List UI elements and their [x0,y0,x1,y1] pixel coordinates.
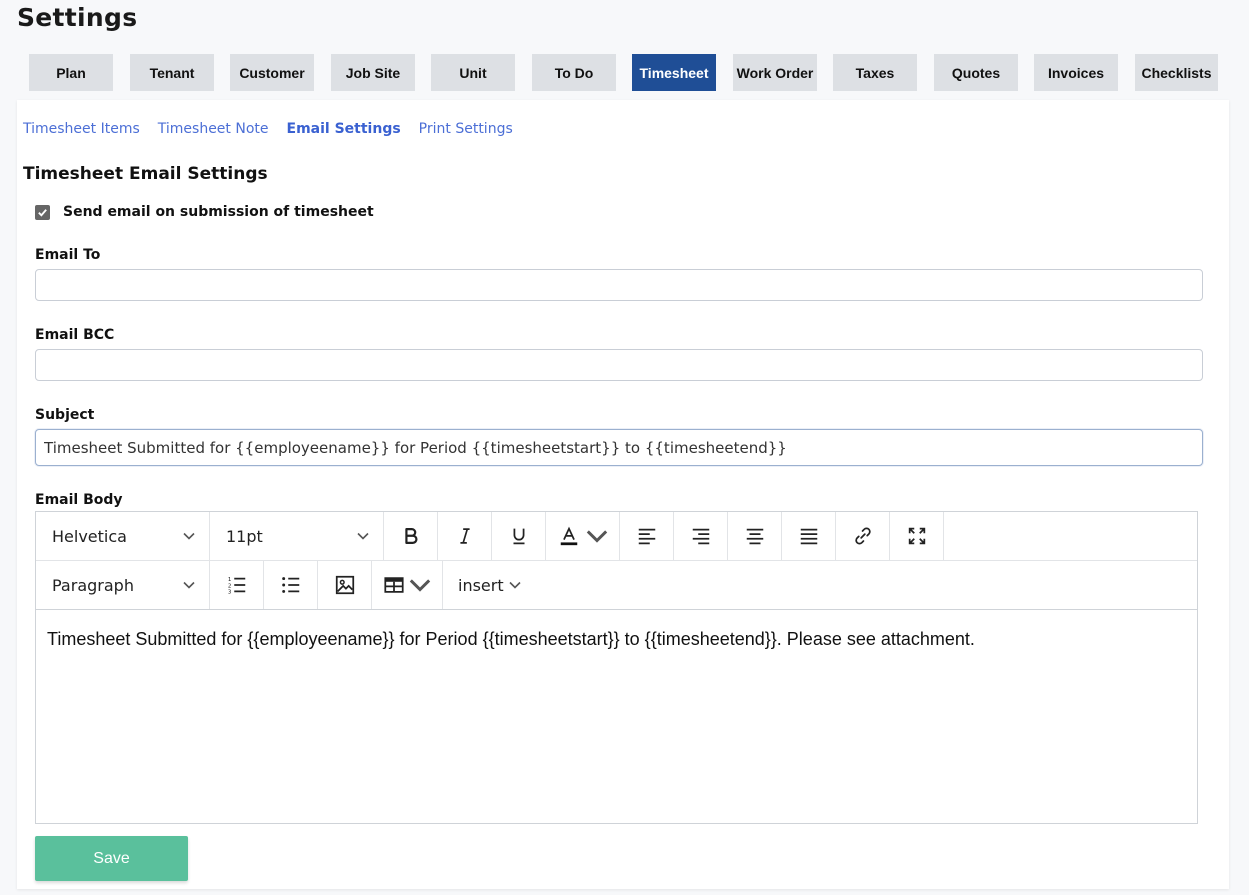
align-right-button[interactable] [674,512,728,560]
email-to-label: Email To [35,247,101,263]
chevron-down-icon [357,532,369,540]
chevron-down-icon [509,581,521,589]
align-center-icon [746,528,763,545]
chevron-down-icon [183,581,195,589]
ordered-list-icon: 123 [227,577,245,596]
subject-label: Subject [35,407,95,423]
tab-unit[interactable]: Unit [431,54,515,91]
editor-content[interactable]: Timesheet Submitted for {{employeename}}… [47,629,975,650]
block-format-value: Paragraph [52,575,134,595]
editor-toolbar-row-1: Helvetica 11pt [36,512,1197,561]
email-body-editor: Helvetica 11pt Paragraph 1 2 3 insert Ti… [35,511,1198,824]
page-title: Settings [17,3,138,32]
bullet-list-button[interactable] [264,561,318,609]
send-email-row: Send email on submission of timesheet [35,204,374,220]
subtab-timesheet-note[interactable]: Timesheet Note [158,121,269,137]
svg-text:1: 1 [227,577,231,583]
tab-checklists[interactable]: Checklists [1135,54,1218,91]
tab-customer[interactable]: Customer [230,54,314,91]
align-right-icon [692,528,709,545]
tab-to-do[interactable]: To Do [532,54,616,91]
tab-tenant[interactable]: Tenant [130,54,214,91]
tab-taxes[interactable]: Taxes [833,54,917,91]
tab-timesheet[interactable]: Timesheet [632,54,716,91]
block-format-select[interactable]: Paragraph [36,561,210,609]
bold-icon [404,528,417,544]
text-color-button[interactable] [546,512,620,560]
email-bcc-label: Email BCC [35,327,115,343]
underline-button[interactable] [492,512,546,560]
italic-button[interactable] [438,512,492,560]
tab-invoices[interactable]: Invoices [1034,54,1118,91]
checkmark-icon [38,208,47,217]
chevron-down-icon [586,530,607,543]
align-left-icon [638,528,655,545]
chevron-down-icon [183,532,195,540]
editor-toolbar-row-2: Paragraph 123 insert [36,561,1197,610]
align-left-button[interactable] [620,512,674,560]
svg-text:2: 2 [227,583,231,589]
subject-field[interactable] [35,429,1203,466]
font-family-value: Helvetica [52,526,127,546]
table-button[interactable] [372,561,443,609]
chevron-down-icon [409,579,431,592]
fullscreen-button[interactable] [890,512,944,560]
section-title: Timesheet Email Settings [23,164,268,184]
sub-tabs: Timesheet Items Timesheet Note Email Set… [23,121,513,137]
tab-quotes[interactable]: Quotes [934,54,1018,91]
subtab-email-settings[interactable]: Email Settings [287,121,401,137]
underline-icon [513,528,524,545]
italic-icon [459,528,470,544]
tab-plan[interactable]: Plan [29,54,113,91]
save-button[interactable]: Save [35,836,188,881]
email-bcc-field[interactable] [35,349,1203,381]
align-center-button[interactable] [728,512,782,560]
email-body-label: Email Body [35,492,123,508]
settings-panel: Timesheet Items Timesheet Note Email Set… [17,100,1229,889]
send-email-label: Send email on submission of timesheet [63,204,374,220]
bullet-list-icon [281,577,299,593]
image-icon [335,575,354,595]
bold-button[interactable] [384,512,438,560]
font-size-value: 11pt [226,526,263,546]
align-justify-icon [800,528,817,545]
email-to-field[interactable] [35,269,1203,301]
table-icon [384,577,404,593]
font-size-select[interactable]: 11pt [210,512,384,560]
fullscreen-icon [908,527,925,545]
font-family-select[interactable]: Helvetica [36,512,210,560]
tab-work-order[interactable]: Work Order [733,54,817,91]
tab-job-site[interactable]: Job Site [331,54,415,91]
svg-text:3: 3 [227,590,231,596]
align-justify-button[interactable] [782,512,836,560]
ordered-list-button[interactable]: 123 [210,561,264,609]
insert-menu[interactable]: insert [443,561,539,609]
insert-label: insert [458,575,504,595]
image-button[interactable] [318,561,372,609]
subtab-print-settings[interactable]: Print Settings [419,121,513,137]
link-icon [854,527,871,545]
text-color-icon [560,526,577,546]
link-button[interactable] [836,512,890,560]
send-email-checkbox[interactable] [35,204,50,220]
subtab-timesheet-items[interactable]: Timesheet Items [23,121,140,137]
